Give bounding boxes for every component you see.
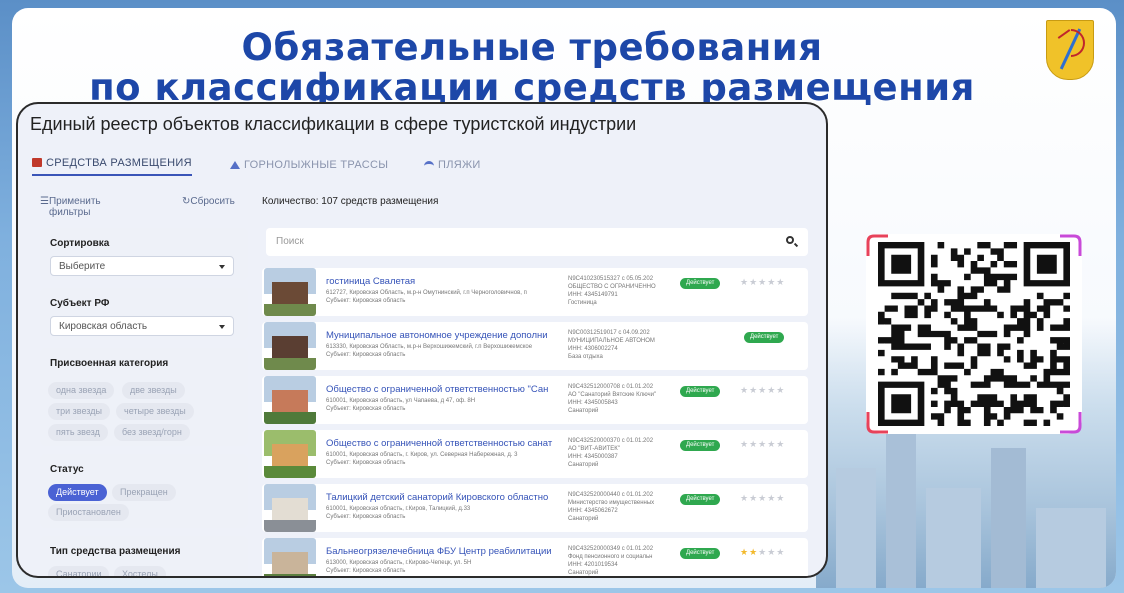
apply-filters-button[interactable]: ☰ Применить фильтры: [40, 196, 101, 218]
search-placeholder: Поиск: [276, 236, 304, 247]
hotel-photo: [264, 268, 316, 316]
sort-filter: Сортировка Выберите: [40, 228, 248, 280]
tab-accommodation[interactable]: СРЕДСТВА РАЗМЕЩЕНИЯ: [32, 154, 192, 176]
region-filter: Субъект РФ Кировская область: [40, 288, 248, 340]
list-item[interactable]: Муниципальное автономное учреждение допо…: [262, 322, 808, 370]
status-badge: Действует: [680, 440, 721, 451]
status-badge: Действует: [744, 332, 785, 343]
results-list: гостиница Свалетая 612727, Кировская Обл…: [262, 268, 808, 576]
beach-icon: [424, 160, 434, 170]
result-name[interactable]: Общество с ограниченной ответственностью…: [326, 384, 560, 395]
chevron-down-icon: [219, 325, 225, 329]
category-chip[interactable]: пять звезд: [48, 424, 108, 441]
category-chip[interactable]: одна звезда: [48, 382, 115, 399]
status-chip[interactable]: Приостановлен: [48, 504, 129, 521]
hotel-photo: [264, 322, 316, 370]
region-label: Субъект РФ: [50, 298, 110, 309]
list-item[interactable]: Талицкий детский санаторий Кировского об…: [262, 484, 808, 532]
slide-title-line1: Обязательные требования: [241, 26, 823, 69]
status-chip[interactable]: Прекращен: [112, 484, 176, 501]
status-filter: Статус Действует Прекращен Приостановлен: [40, 454, 248, 528]
tab-label: СРЕДСТВА РАЗМЕЩЕНИЯ: [46, 156, 192, 169]
search-icon: [786, 236, 794, 244]
result-address: 610001, Кировская область, ул Чапаева, д…: [326, 398, 476, 412]
category-filter: Присвоенная категория одна звезда две зв…: [40, 348, 248, 446]
result-info: N9C432520000349 с 01.01.202 Фонд пенсионн…: [568, 546, 654, 576]
reset-button[interactable]: ↻ Сбросить: [182, 196, 235, 207]
list-item[interactable]: Общество с ограниченной ответственностью…: [262, 430, 808, 478]
sort-select[interactable]: Выберите: [50, 256, 234, 276]
category-chip[interactable]: три звезды: [48, 403, 110, 420]
hotel-icon: [32, 158, 42, 167]
result-info: N9C432520000440 с 01.01.202 Министерство …: [568, 492, 655, 522]
region-value: Кировская область: [59, 321, 148, 332]
hotel-photo: [264, 484, 316, 532]
type-label: Тип средства размещения: [50, 546, 181, 557]
rating-stars: ★★★★★: [740, 439, 786, 449]
sort-label: Сортировка: [50, 238, 110, 249]
list-item[interactable]: гостиница Свалетая 612727, Кировская Обл…: [262, 268, 808, 316]
search-input[interactable]: Поиск: [266, 228, 808, 256]
result-address: 613330, Кировская Область, м.р-н Верхоши…: [326, 344, 533, 358]
rating-stars: ★★★★★: [740, 493, 786, 503]
result-address: 612727, Кировская Область, м.р-н Омутнин…: [326, 290, 527, 304]
category-chip[interactable]: без звезд/горн: [114, 424, 190, 441]
registry-screenshot-panel: Единый реестр объектов классификации в с…: [16, 102, 828, 578]
chevron-down-icon: [219, 265, 225, 269]
result-address: 610001, Кировская область, г.Киров, Тали…: [326, 506, 471, 520]
tab-beaches[interactable]: ПЛЯЖИ: [424, 154, 481, 176]
filter-sidebar: Сортировка Выберите Субъект РФ Кировская…: [40, 228, 248, 576]
results-count: Количество: 107 средств размещения: [262, 196, 439, 207]
hotel-photo: [264, 538, 316, 576]
apply-filters-label: Применить фильтры: [48, 196, 101, 218]
tab-ski-slopes[interactable]: ГОРНОЛЫЖНЫЕ ТРАССЫ: [230, 154, 388, 176]
status-badge: Действует: [680, 548, 721, 559]
hotel-photo: [264, 430, 316, 478]
result-name[interactable]: Талицкий детский санаторий Кировского об…: [326, 492, 560, 503]
rating-stars: ★★★★★: [740, 277, 786, 287]
rating-stars: ★★★★★: [740, 547, 786, 557]
type-filter: Тип средства размещения Санатории Хостел…: [40, 536, 248, 576]
status-badge: Действует: [680, 386, 721, 397]
qr-code[interactable]: [866, 234, 1082, 434]
result-info: N9C432520000370 с 01.01.202 АО "ВИТ-АВИТЕ…: [568, 438, 654, 468]
result-info: N9C432512000708 с 01.01.202 АО "Санаторий…: [568, 384, 657, 414]
qr-code-icon: [878, 242, 1070, 426]
result-name[interactable]: Общество с ограниченной ответственностью…: [326, 438, 560, 449]
category-tabs: СРЕДСТВА РАЗМЕЩЕНИЯ ГОРНОЛЫЖНЫЕ ТРАССЫ П…: [32, 154, 492, 178]
region-select[interactable]: Кировская область: [50, 316, 234, 336]
result-info: N9C410230515327 с 05.05.202 ОБЩЕСТВО С ОГ…: [568, 276, 656, 306]
status-chip-active[interactable]: Действует: [48, 484, 107, 501]
status-badge: Действует: [680, 494, 721, 505]
result-name[interactable]: гостиница Свалетая: [326, 276, 560, 287]
tab-label: ПЛЯЖИ: [438, 159, 481, 171]
filter-toolbar: ☰ Применить фильтры ↻ Сбросить Количеств…: [28, 196, 528, 218]
tab-label: ГОРНОЛЫЖНЫЕ ТРАССЫ: [244, 159, 389, 171]
status-badge: Действует: [680, 278, 721, 289]
mountain-icon: [230, 161, 240, 169]
rating-stars: ★★★★★: [740, 385, 786, 395]
reset-label: Сбросить: [190, 196, 235, 207]
category-chip[interactable]: две звезды: [122, 382, 185, 399]
category-label: Присвоенная категория: [50, 358, 169, 369]
coat-of-arms-icon: [1046, 20, 1094, 80]
type-chip[interactable]: Санатории: [48, 566, 110, 576]
slide-title: Обязательные требования по классификации…: [12, 28, 1052, 108]
category-chip[interactable]: четыре звезды: [116, 403, 194, 420]
result-address: 613000, Кировская область, г.Кирово-Чепе…: [326, 560, 472, 574]
hotel-photo: [264, 376, 316, 424]
type-chip[interactable]: Хостелы: [114, 566, 166, 576]
result-address: 610001, Кировская область, г. Киров, ул.…: [326, 452, 518, 466]
result-name[interactable]: Муниципальное автономное учреждение допо…: [326, 330, 560, 341]
result-info: N9C00312519017 с 04.09.202 МУНИЦИПАЛЬНОЕ …: [568, 330, 655, 360]
result-name[interactable]: Бальнеогрязелечебница ФБУ Центр реабилит…: [326, 546, 560, 557]
list-item[interactable]: Бальнеогрязелечебница ФБУ Центр реабилит…: [262, 538, 808, 576]
registry-title: Единый реестр объектов классификации в с…: [30, 114, 637, 134]
list-item[interactable]: Общество с ограниченной ответственностью…: [262, 376, 808, 424]
status-label: Статус: [50, 464, 84, 475]
sort-value: Выберите: [59, 261, 106, 272]
